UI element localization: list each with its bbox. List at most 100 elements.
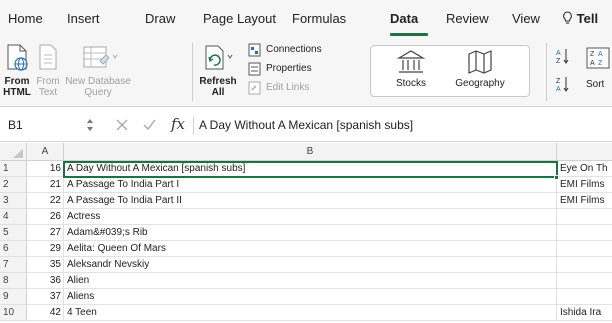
cell-b[interactable]: A Passage To India Part II — [64, 193, 557, 209]
bank-icon — [396, 50, 426, 73]
tab-review[interactable]: Review — [446, 11, 489, 26]
select-all-triangle — [13, 149, 23, 158]
cell-a[interactable]: 26 — [27, 209, 64, 225]
row-header[interactable]: 3 — [0, 193, 27, 209]
lightbulb-icon — [563, 11, 572, 24]
from-html-label-2: HTML — [3, 87, 31, 98]
svg-text:A: A — [556, 86, 561, 93]
svg-text:Z: Z — [590, 51, 595, 58]
database-query-icon — [83, 46, 118, 68]
from-text-button[interactable]: From Text — [34, 43, 62, 98]
cell-a[interactable]: 22 — [27, 193, 64, 209]
sort-button[interactable]: Sort — [586, 79, 604, 90]
cell-a[interactable]: 29 — [27, 241, 64, 257]
ribbon-separator — [546, 43, 547, 101]
cell-b[interactable]: Aelita: Queen Of Mars — [64, 241, 557, 257]
cell-c[interactable]: EMI Films — [557, 177, 612, 193]
selected-cell-outline — [63, 161, 558, 178]
cell-b[interactable]: Aliens — [64, 289, 557, 305]
row-header[interactable]: 5 — [0, 225, 27, 241]
cancel-icon[interactable] — [116, 119, 128, 131]
cell-b[interactable]: Aleksandr Nevskiy — [64, 257, 557, 273]
from-html-button[interactable]: From HTML — [0, 43, 34, 98]
tab-draw[interactable]: Draw — [145, 11, 175, 26]
cell-a[interactable]: 42 — [27, 305, 64, 321]
stocks-button[interactable]: Stocks — [386, 49, 436, 89]
cell-c[interactable] — [557, 257, 612, 273]
row-header[interactable]: 6 — [0, 241, 27, 257]
column-header-b[interactable]: B — [64, 143, 557, 161]
svg-text:A: A — [590, 60, 595, 67]
cell-a[interactable]: 35 — [27, 257, 64, 273]
cell-a[interactable]: 21 — [27, 177, 64, 193]
cell-b[interactable]: Adam&#039;s Rib — [64, 225, 557, 241]
cell-a[interactable]: 36 — [27, 273, 64, 289]
row-header[interactable]: 10 — [0, 305, 27, 321]
new-database-query-label-2: Query — [84, 87, 112, 98]
cell-b[interactable]: 4 Teen — [64, 305, 557, 321]
refresh-all-label-2: All — [211, 87, 225, 98]
cell-c[interactable] — [557, 289, 612, 305]
cell-c[interactable]: Eye On Th — [557, 161, 612, 177]
tab-view[interactable]: View — [512, 11, 540, 26]
tell-me[interactable]: Tell — [562, 11, 598, 26]
from-html-label-1: From — [4, 76, 30, 87]
svg-text:Z: Z — [556, 58, 561, 65]
formula-input[interactable]: A Day Without A Mexican [spanish subs] — [199, 118, 413, 132]
sort-descending-icon[interactable]: Z A — [556, 75, 570, 93]
cell-c[interactable] — [557, 209, 612, 225]
formula-bar: B1 fx A Day Without A Mexican [spanish s… — [0, 108, 612, 142]
cell-b[interactable]: Actress — [64, 209, 557, 225]
column-header-c[interactable] — [557, 143, 612, 161]
cell-b[interactable]: Alien — [64, 273, 557, 289]
fill-handle[interactable] — [554, 175, 559, 180]
cell-a[interactable]: 27 — [27, 225, 64, 241]
cell-c[interactable] — [557, 273, 612, 289]
cell-b[interactable]: A Passage To India Part I — [64, 177, 557, 193]
web-page-icon — [7, 44, 28, 71]
from-text-label-1: From — [36, 76, 60, 87]
tab-data[interactable]: Data — [390, 11, 418, 26]
map-icon — [468, 50, 492, 74]
row-header[interactable]: 4 — [0, 209, 27, 225]
tab-formulas[interactable]: Formulas — [292, 11, 346, 26]
cell-c[interactable]: Ishida Ira — [557, 305, 612, 321]
cell-a[interactable]: 37 — [27, 289, 64, 305]
row-header[interactable]: 2 — [0, 177, 27, 193]
cell-a[interactable]: 16 — [27, 161, 64, 177]
svg-text:Z: Z — [598, 60, 603, 67]
row-header[interactable]: 7 — [0, 257, 27, 273]
new-database-query-button[interactable]: New Database Query — [62, 43, 134, 98]
tell-me-label: Tell — [576, 11, 599, 26]
ribbon-separator — [192, 43, 193, 101]
sort-dialog-icon[interactable]: Z A A Z — [586, 47, 610, 69]
name-box-stepper-icon[interactable] — [86, 117, 94, 133]
refresh-all-button[interactable]: Refresh All — [196, 43, 240, 98]
from-text-label-2: Text — [38, 87, 58, 98]
tab-insert[interactable]: Insert — [67, 11, 100, 26]
enter-checkmark-icon[interactable] — [143, 119, 156, 131]
cell-c[interactable]: EMI Films — [557, 193, 612, 209]
column-header-a[interactable]: A — [27, 143, 64, 161]
row-header[interactable]: 9 — [0, 289, 27, 305]
tab-page-layout[interactable]: Page Layout — [203, 11, 276, 26]
active-tab-indicator — [390, 33, 428, 36]
cell-c[interactable] — [557, 225, 612, 241]
svg-text:A: A — [556, 50, 561, 57]
tab-home[interactable]: Home — [8, 11, 43, 26]
properties-icon — [248, 62, 261, 76]
geography-button[interactable]: Geography — [450, 49, 510, 89]
cell-c[interactable] — [557, 241, 612, 257]
ribbon-tabs: Home Insert Draw Page Layout Formulas Da… — [0, 0, 612, 37]
connections-button[interactable]: Connections — [266, 44, 322, 55]
insert-function-button[interactable]: fx — [171, 115, 185, 133]
row-header[interactable]: 1 — [0, 161, 27, 177]
edit-links-button[interactable]: Edit Links — [266, 82, 309, 93]
name-box[interactable]: B1 — [8, 118, 23, 132]
row-header[interactable]: 8 — [0, 273, 27, 289]
sort-ascending-icon[interactable]: A Z — [556, 47, 570, 65]
formula-bar-separator — [193, 117, 194, 134]
svg-text:A: A — [598, 51, 603, 58]
ribbon-data: From HTML From Text New Database Query R… — [0, 37, 612, 107]
properties-button[interactable]: Properties — [266, 63, 312, 74]
